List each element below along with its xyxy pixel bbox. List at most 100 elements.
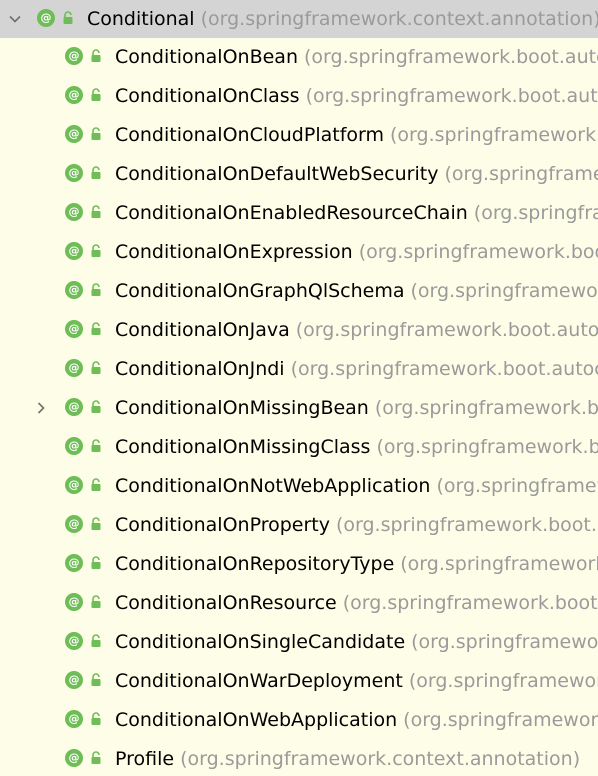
package-name: (org.springframework.boot.autoconfigure.…	[473, 202, 598, 224]
tree-row[interactable]: @ ConditionalOnWebApplication (org.springf…	[0, 701, 598, 740]
chevron-down-icon[interactable]	[8, 12, 22, 26]
tree-row[interactable]: @ ConditionalOnJava (org.springframework.b…	[0, 311, 598, 350]
tree-node-label: ConditionalOnExpression (org.springframew…	[115, 233, 598, 272]
tree-row[interactable]: @ ConditionalOnBean (org.springframework.b…	[0, 38, 598, 77]
package-name: (org.springframework.boot.autoconfigure.…	[436, 475, 598, 497]
package-name: (org.springframework.boot.autoconfigure.…	[374, 397, 598, 419]
lock-icon	[90, 400, 102, 414]
chevron-right-icon[interactable]	[34, 401, 48, 415]
tree-node-label: Profile (org.springframework.context.anno…	[115, 740, 580, 776]
tree-row[interactable]: @ ConditionalOnEnabledResourceChain (org.s…	[0, 194, 598, 233]
package-name: (org.springframework.boot.autoconfigure.…	[295, 319, 598, 341]
annotation-icon: @	[65, 632, 83, 650]
class-name: ConditionalOnWarDeployment	[115, 670, 403, 692]
tree-row[interactable]: @ ConditionalOnWarDeployment (org.springfr…	[0, 662, 598, 701]
package-name: (org.springframework.boot.autoconfigure.…	[390, 124, 598, 146]
annotation-icon: @	[65, 203, 83, 221]
package-name: (org.springframework.boot.autoconfigure.…	[403, 709, 598, 731]
annotation-icon: @	[65, 710, 83, 728]
lock-icon	[90, 634, 102, 648]
annotation-icon: @	[65, 242, 83, 260]
annotation-icon: @	[65, 398, 83, 416]
lock-icon	[90, 322, 102, 336]
tree-row[interactable]: @ ConditionalOnRepositoryType (org.springf…	[0, 545, 598, 584]
package-name: (org.springframework.boot.autoconfigure.…	[444, 163, 598, 185]
tree-node-label: ConditionalOnJava (org.springframework.bo…	[115, 311, 598, 350]
annotation-icon: @	[65, 281, 83, 299]
lock-icon	[90, 244, 102, 258]
tree-row[interactable]: @ ConditionalOnDefaultWebSecurity (org.spr…	[0, 155, 598, 194]
lock-icon	[90, 751, 102, 765]
lock-icon	[90, 478, 102, 492]
tree-node-label: ConditionalOnNotWebApplication (org.sprin…	[115, 467, 598, 506]
package-name: (org.springframework.boot.autoconfigure.…	[400, 553, 598, 575]
lock-icon	[90, 88, 102, 102]
class-name: ConditionalOnMissingBean	[115, 397, 369, 419]
annotation-icon: @	[65, 47, 83, 65]
tree-node-label: ConditionalOnRepositoryType (org.springfr…	[115, 545, 598, 584]
lock-icon	[90, 166, 102, 180]
annotation-icon: @	[65, 86, 83, 104]
package-name: (org.springframework.boot.autoconfigure.…	[411, 631, 598, 653]
annotation-icon: @	[65, 515, 83, 533]
class-name: Profile	[115, 748, 175, 770]
annotation-icon: @	[65, 671, 83, 689]
class-name: ConditionalOnDefaultWebSecurity	[115, 163, 439, 185]
package-name: (org.springframework.boot.autoconfigure.…	[376, 436, 598, 458]
class-name: ConditionalOnJndi	[115, 358, 285, 380]
annotation-icon: @	[65, 359, 83, 377]
package-name: (org.springframework.boot.autoconfigure.…	[410, 280, 598, 302]
tree-row[interactable]: @ ConditionalOnCloudPlatform (org.springfr…	[0, 116, 598, 155]
tree-row[interactable]: @ ConditionalOnExpression (org.springframe…	[0, 233, 598, 272]
tree-row[interactable]: @ ConditionalOnResource (org.springframewo…	[0, 584, 598, 623]
class-name: ConditionalOnWebApplication	[115, 709, 398, 731]
package-name: (org.springframework.context.annotation)	[180, 748, 581, 770]
lock-icon	[90, 517, 102, 531]
annotation-icon: @	[65, 164, 83, 182]
tree-row[interactable]: @ ConditionalOnGraphQlSchema (org.springfr…	[0, 272, 598, 311]
package-name: (org.springframework.boot.autoconfigure.…	[335, 514, 598, 536]
lock-icon	[90, 673, 102, 687]
package-name: (org.springframework.boot.autoconfigure.…	[305, 85, 598, 107]
annotation-icon: @	[65, 125, 83, 143]
package-name: (org.springframework.boot.autoconfigure.…	[358, 241, 598, 263]
tree-row[interactable]: @ ConditionalOnNotWebApplication (org.spri…	[0, 467, 598, 506]
tree-row[interactable]: @ ConditionalOnMissingClass (org.springfra…	[0, 428, 598, 467]
tree-node-label: ConditionalOnCloudPlatform (org.springfra…	[115, 116, 598, 155]
class-name: ConditionalOnResource	[115, 592, 337, 614]
lock-icon	[90, 556, 102, 570]
annotation-icon: @	[65, 554, 83, 572]
package-name: (org.springframework.boot.autoconfigure.…	[304, 46, 598, 68]
tree-row[interactable]: @ ConditionalOnClass (org.springframework.…	[0, 77, 598, 116]
class-name: ConditionalOnEnabledResourceChain	[115, 202, 468, 224]
lock-icon	[90, 205, 102, 219]
tree-node-label: ConditionalOnWarDeployment (org.springfra…	[115, 662, 598, 701]
class-name: ConditionalOnSingleCandidate	[115, 631, 406, 653]
class-name: ConditionalOnClass	[115, 85, 300, 107]
lock-icon	[90, 712, 102, 726]
tree-node-label: ConditionalOnSingleCandidate (org.springf…	[115, 623, 598, 662]
tree-node-label: ConditionalOnMissingClass (org.springfram…	[115, 428, 598, 467]
tree-row[interactable]: @ ConditionalOnMissingBean (org.springfram…	[0, 389, 598, 428]
tree-row[interactable]: @ Profile (org.springframework.context.ann…	[0, 740, 598, 776]
tree-node-label: ConditionalOnClass (org.springframework.b…	[115, 77, 598, 116]
lock-icon	[90, 361, 102, 375]
tree-node-label: ConditionalOnBean (org.springframework.bo…	[115, 38, 598, 77]
tree-node-label: ConditionalOnWebApplication (org.springfr…	[115, 701, 598, 740]
class-name: ConditionalOnProperty	[115, 514, 330, 536]
annotation-icon: @	[65, 476, 83, 494]
tree-node-label: ConditionalOnGraphQlSchema (org.springfra…	[115, 272, 598, 311]
class-name: ConditionalOnGraphQlSchema	[115, 280, 405, 302]
class-name: ConditionalOnRepositoryType	[115, 553, 395, 575]
lock-icon	[90, 595, 102, 609]
tree-row[interactable]: @ ConditionalOnProperty (org.springframewo…	[0, 506, 598, 545]
tree-row[interactable]: @ ConditionalOnSingleCandidate (org.spring…	[0, 623, 598, 662]
lock-icon	[90, 439, 102, 453]
class-name: ConditionalOnNotWebApplication	[115, 475, 431, 497]
tree-node-label: ConditionalOnMissingBean (org.springframe…	[115, 389, 598, 428]
package-name: (org.springframework.boot.autoconfigure.…	[290, 358, 598, 380]
tree-row-root[interactable]: @ Conditional (org.springframework.contex…	[0, 0, 598, 38]
tree-row[interactable]: @ ConditionalOnJndi (org.springframework.b…	[0, 350, 598, 389]
lock-icon	[90, 127, 102, 141]
tree-node-label: ConditionalOnProperty (org.springframewor…	[115, 506, 598, 545]
